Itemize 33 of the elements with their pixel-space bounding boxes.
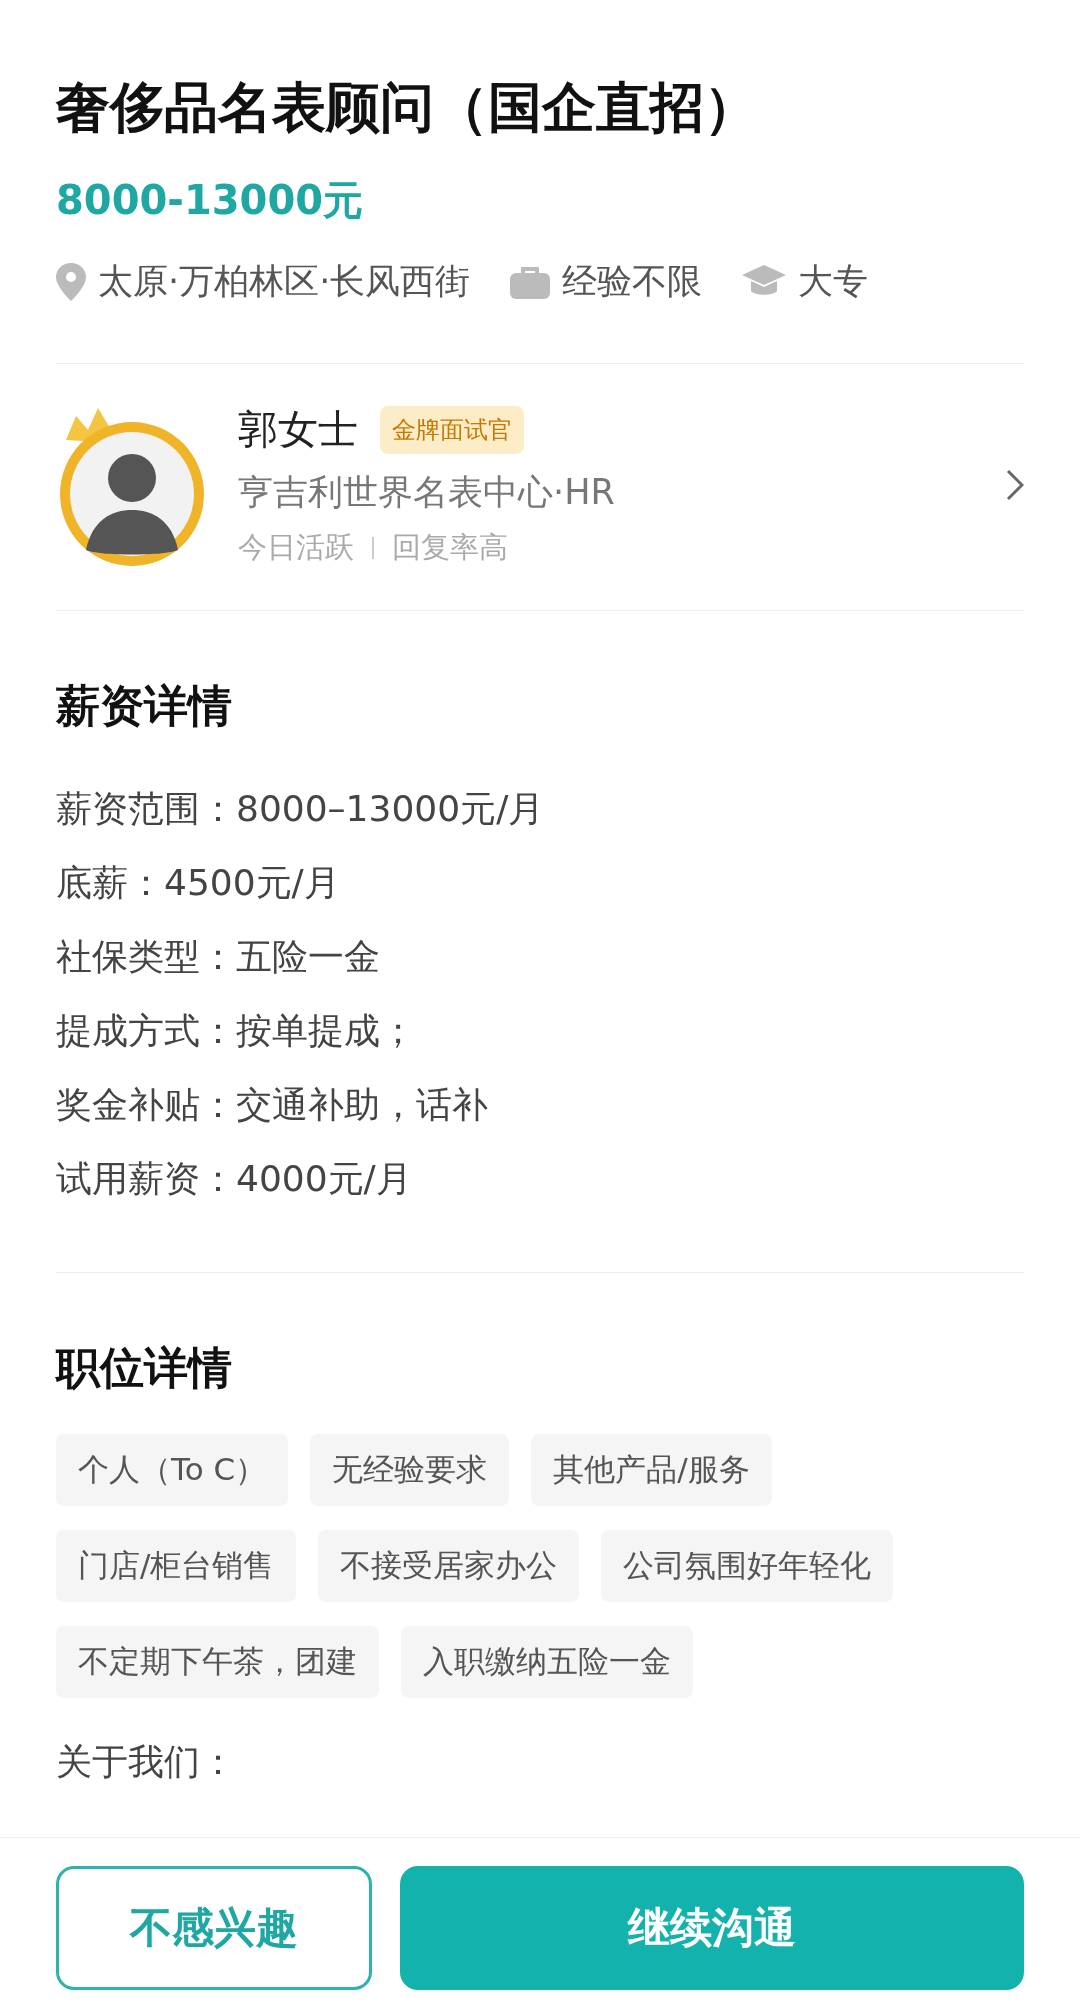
location-pin-icon [56,262,86,301]
job-tag: 无经验要求 [310,1434,510,1506]
recruiter-card[interactable]: 郭女士 金牌面试官 亨吉利世界名表中心·HR 今日活跃 回复率高 [56,364,1024,610]
continue-chat-button[interactable]: 继续沟通 [400,1866,1024,1990]
salary-detail-line: 底薪：4500元/月 [56,861,341,905]
job-title: 奢侈品名表顾问（国企直招） [56,75,759,141]
about-us-heading: 关于我们： [56,1740,237,1784]
briefcase-icon [510,264,551,299]
job-tag: 公司氛围好年轻化 [601,1530,894,1602]
job-tag: 门店/柜台销售 [56,1530,297,1602]
interviewer-badge: 金牌面试官 [380,405,524,454]
salary-detail-line: 奖金补贴：交通补助，话补 [56,1083,489,1127]
job-requirement: 经验不限 [562,260,703,303]
section-heading: 薪资详情 [56,679,233,733]
chevron-right-icon [1006,469,1024,501]
recruiter-company: 亨吉利世界名表中心·HR [238,471,616,514]
salary-detail-line: 社保类型：五险一金 [56,935,381,979]
job-tag: 其他产品/服务 [531,1434,772,1506]
salary-detail-line: 薪资范围：8000–13000元/月 [56,787,546,831]
activity-status: 回复率高 [392,529,508,566]
not-interested-button[interactable]: 不感兴趣 [56,1866,372,1990]
salary-detail-line: 试用薪资：4000元/月 [56,1157,413,1201]
job-tag: 入职缴纳五险一金 [401,1626,693,1698]
job-requirement: 大专 [798,260,869,303]
activity-status: 今日活跃 [238,529,354,566]
job-tag: 不接受居家办公 [318,1530,580,1602]
salary: 8000-13000元 [56,176,365,225]
salary-detail-line: 提成方式：按单提成； [56,1009,417,1053]
job-tag: 个人（To C） [56,1434,289,1506]
recruiter-name: 郭女士 [238,405,358,454]
section-heading: 职位详情 [56,1341,233,1395]
job-tag: 不定期下午茶，团建 [56,1626,379,1698]
job-requirement: 太原·万柏林区·长风西街 [98,260,471,303]
